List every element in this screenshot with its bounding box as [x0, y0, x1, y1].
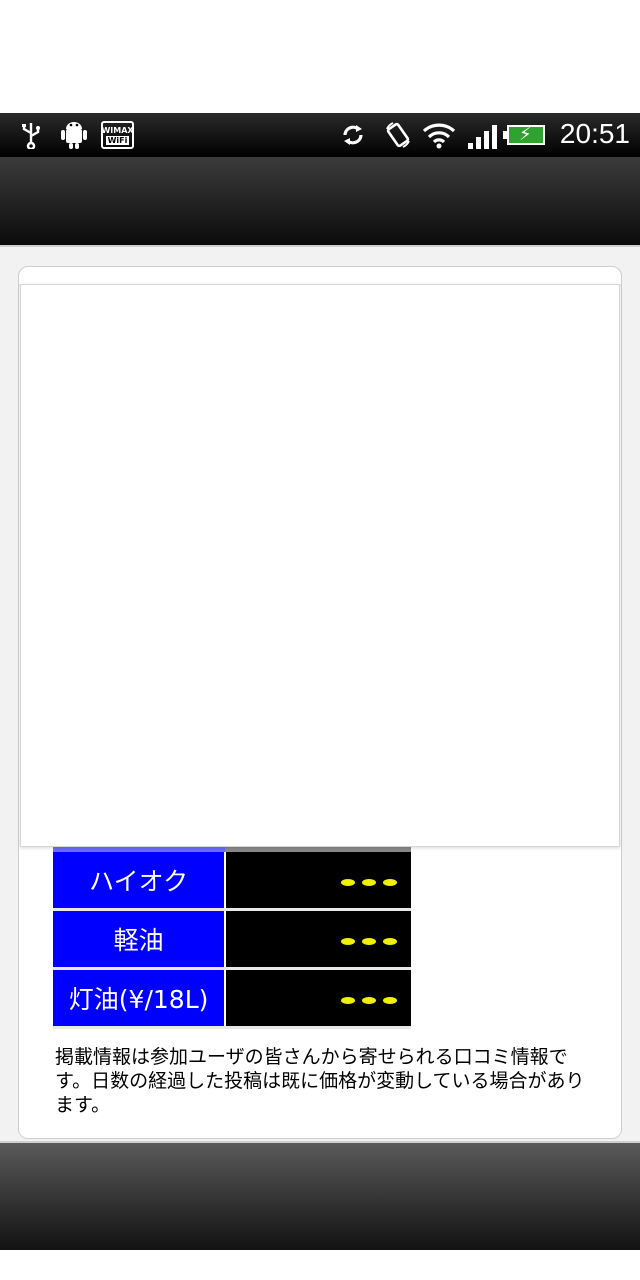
wimax-wifi-icon: WIMAX WiFi — [101, 121, 134, 149]
android-debug-icon — [60, 121, 88, 149]
overlay-panel — [20, 284, 620, 847]
price-cell — [225, 852, 411, 911]
price-placeholder-dots — [341, 996, 397, 1004]
disclaimer-text: 掲載情報は参加ユーザの皆さんから寄せられる口コミ情報です。日数の経過した投稿は既… — [55, 1046, 585, 1116]
bottom-blank-area — [0, 1250, 640, 1280]
wimax-label: WIMAX — [101, 125, 134, 135]
app-title-bar — [0, 157, 640, 247]
table-row: 軽油 — [53, 909, 411, 970]
rotate-icon — [382, 121, 414, 149]
fuel-name-cell: 灯油(¥/18L) — [53, 968, 227, 1029]
sync-icon — [338, 121, 368, 149]
fuel-name-cell: ハイオク — [53, 852, 227, 911]
top-blank-area — [0, 0, 640, 113]
table-row: 灯油(¥/18L) — [53, 968, 411, 1029]
table-row: ハイオク — [53, 852, 411, 911]
signal-icon — [468, 123, 500, 149]
usb-icon — [18, 121, 44, 149]
price-placeholder-dots — [341, 937, 397, 945]
fuel-price-table: ハイオク 軽油 灯油(¥/18L) — [53, 846, 411, 1029]
fuel-name-cell: 軽油 — [53, 909, 227, 970]
status-bar: WIMAX WiFi ⚡ 20:51 — [0, 113, 640, 157]
price-cell — [225, 909, 411, 970]
bottom-bar — [0, 1141, 640, 1250]
battery-charging-icon: ⚡ — [503, 124, 545, 145]
clock: 20:51 — [559, 118, 630, 149]
wimax-sub-label: WiFi — [105, 135, 130, 145]
wifi-icon — [421, 121, 457, 149]
price-placeholder-dots — [341, 878, 397, 886]
price-cell — [225, 968, 411, 1029]
